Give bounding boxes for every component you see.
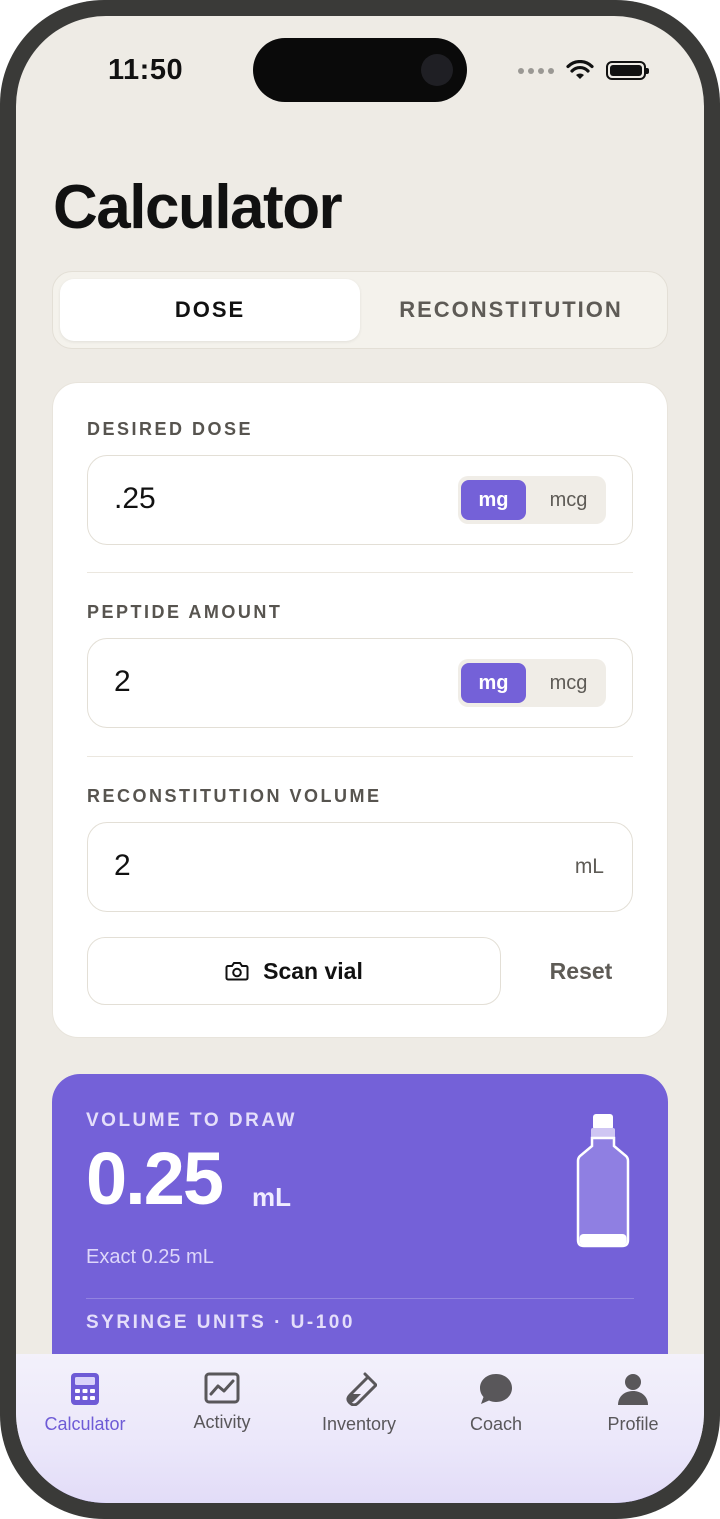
chart-icon [204, 1372, 240, 1404]
scan-vial-button[interactable]: Scan vial [87, 937, 501, 1005]
peptide-amount-value[interactable]: 2 [114, 665, 131, 699]
dynamic-island [253, 38, 467, 102]
input-card: DESIRED DOSE .25 mg mcg PEPTIDE AMOUNT 2… [52, 382, 668, 1038]
peptide-amount-unit-toggle: mg mcg [458, 659, 606, 707]
reconstitution-volume-value[interactable]: 2 [114, 849, 131, 883]
camera-icon [225, 962, 249, 981]
tab-reconstitution[interactable]: RECONSTITUTION [361, 279, 661, 341]
reconstitution-volume-field[interactable]: 2 mL [87, 822, 633, 912]
tab-dose[interactable]: DOSE [60, 279, 360, 341]
cellular-signal-icon [518, 67, 554, 74]
tabbar-label-calculator: Calculator [44, 1414, 126, 1434]
wifi-icon [566, 60, 594, 79]
page-title: Calculator [53, 173, 343, 242]
peptide-amount-unit-mcg[interactable]: mcg [536, 663, 601, 703]
chat-bubble-icon [480, 1374, 512, 1404]
vial-icon [576, 1114, 630, 1248]
volume-to-draw-value: 0.25 [86, 1137, 224, 1220]
mode-segmented-control: DOSE RECONSTITUTION [52, 271, 668, 349]
reset-button[interactable]: Reset [529, 937, 633, 1005]
tabbar-item-coach[interactable]: Coach [436, 1372, 556, 1435]
tabbar-item-inventory[interactable]: Inventory [299, 1372, 419, 1435]
tabbar-item-profile[interactable]: Profile [573, 1372, 693, 1435]
test-tube-icon [346, 1372, 377, 1406]
volume-to-draw-unit: mL [252, 1182, 291, 1212]
reconstitution-volume-unit: mL [574, 855, 604, 878]
syringe-units-label: SYRINGE UNITS · U-100 [86, 1312, 355, 1333]
reconstitution-volume-label: RECONSTITUTION VOLUME [87, 786, 382, 806]
tabbar-label-coach: Coach [469, 1414, 523, 1434]
tabbar-label-profile: Profile [607, 1414, 659, 1434]
calculator-icon [71, 1373, 99, 1405]
desired-dose-label: DESIRED DOSE [87, 419, 254, 439]
desired-dose-unit-toggle: mg mcg [458, 476, 606, 524]
tabbar-label-activity: Activity [193, 1412, 251, 1432]
phone-frame: 11:50 Calculator DOSE RECONSTITUTION DES… [0, 0, 720, 1519]
peptide-amount-field[interactable]: 2 mg mcg [87, 638, 633, 728]
result-divider [86, 1298, 634, 1299]
exact-volume-text: Exact 0.25 mL [86, 1246, 214, 1268]
desired-dose-unit-mcg[interactable]: mcg [536, 480, 601, 520]
divider [87, 572, 633, 573]
volume-to-draw-label: VOLUME TO DRAW [86, 1110, 297, 1131]
scan-vial-label: Scan vial [263, 957, 363, 984]
desired-dose-unit-mg[interactable]: mg [461, 480, 526, 520]
status-time: 11:50 [108, 54, 184, 86]
bottom-tab-bar: Calculator Activity Inventory Coach Prof… [16, 1354, 704, 1503]
tabbar-item-calculator[interactable]: Calculator [25, 1372, 145, 1435]
app-screen: 11:50 Calculator DOSE RECONSTITUTION DES… [16, 16, 704, 1503]
battery-icon [606, 61, 649, 80]
divider [87, 756, 633, 757]
status-icons [518, 60, 649, 81]
desired-dose-value[interactable]: .25 [114, 482, 156, 516]
tabbar-label-inventory: Inventory [321, 1414, 397, 1434]
person-icon [618, 1374, 648, 1405]
desired-dose-field[interactable]: .25 mg mcg [87, 455, 633, 545]
tabbar-item-activity[interactable]: Activity [162, 1372, 282, 1433]
peptide-amount-label: PEPTIDE AMOUNT [87, 602, 283, 622]
peptide-amount-unit-mg[interactable]: mg [461, 663, 526, 703]
